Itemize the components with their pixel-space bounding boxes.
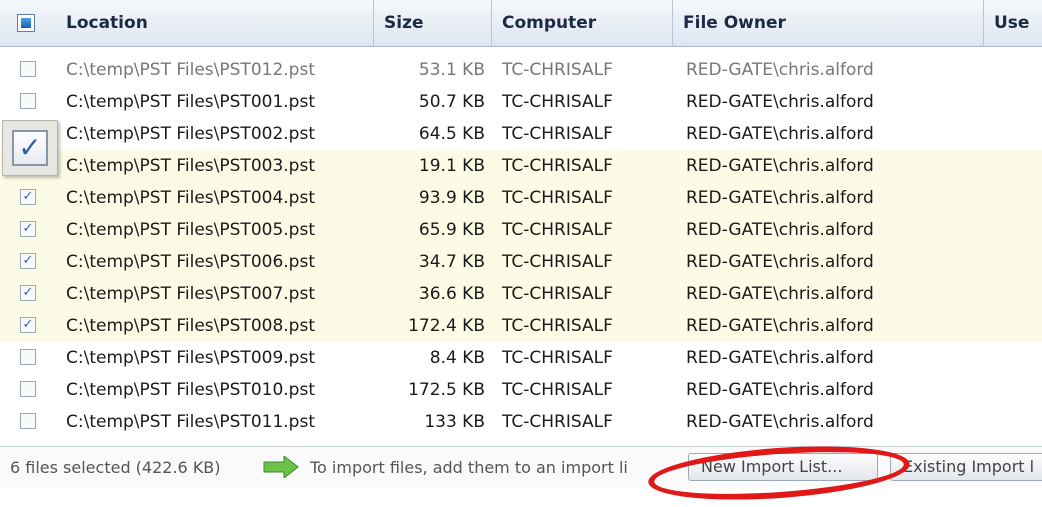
table-row[interactable]: ✓ C:\temp\PST Files\PST005.pst 65.9 KB TC-C… xyxy=(0,214,1042,246)
computer-cell: TC-CHRISALF xyxy=(502,380,613,400)
size-cell: 36.6 KB xyxy=(418,284,485,304)
table-row[interactable]: ✓ C:\temp\PST Files\PST008.pst 172.4 KB TC-… xyxy=(0,310,1042,342)
size-cell: 8.4 KB xyxy=(429,348,485,368)
row-checkbox[interactable]: ✓ xyxy=(20,221,36,237)
size-cell: 19.1 KB xyxy=(418,156,485,176)
computer-cell: TC-CHRISALF xyxy=(502,252,613,272)
computer-cell: TC-CHRISALF xyxy=(502,124,613,144)
column-header-file-owner[interactable]: File Owner xyxy=(673,0,984,46)
table-row[interactable]: ✓ C:\temp\PST Files\PST007.pst 36.6 KB TC-C… xyxy=(0,278,1042,310)
computer-cell: TC-CHRISALF xyxy=(502,60,613,80)
location-cell: C:\temp\PST Files\PST009.pst xyxy=(66,348,315,368)
row-checkbox[interactable]: ✓ xyxy=(20,189,36,205)
size-cell: 64.5 KB xyxy=(418,124,485,144)
row-checkbox[interactable] xyxy=(20,413,36,429)
column-header-row: Location Size Computer File Owner Use xyxy=(0,0,1042,47)
file-owner-cell: RED-GATE\chris.alford xyxy=(686,220,874,240)
file-owner-cell: RED-GATE\chris.alford xyxy=(686,124,874,144)
computer-cell: TC-CHRISALF xyxy=(502,348,613,368)
import-hint-text: To import files, add them to an import l… xyxy=(310,458,628,477)
location-cell: C:\temp\PST Files\PST007.pst xyxy=(66,284,315,304)
table-row[interactable]: C:\temp\PST Files\PST011.pst 133 KB TC-CHR… xyxy=(0,406,1042,438)
file-owner-cell: RED-GATE\chris.alford xyxy=(686,156,874,176)
location-cell: C:\temp\PST Files\PST001.pst xyxy=(66,92,315,112)
table-row[interactable]: C:\temp\PST Files\PST009.pst 8.4 KB TC-CHR… xyxy=(0,342,1042,374)
row-checkbox[interactable]: ✓ xyxy=(20,285,36,301)
table-row[interactable]: C:\temp\PST Files\PST002.pst 64.5 KB TC-CH… xyxy=(0,118,1042,150)
location-cell: C:\temp\PST Files\PST006.pst xyxy=(66,252,315,272)
column-header-location[interactable]: Location xyxy=(56,0,374,46)
size-cell: 53.1 KB xyxy=(418,60,485,80)
location-cell: C:\temp\PST Files\PST005.pst xyxy=(66,220,315,240)
checkmark-icon: ✓ xyxy=(12,130,48,166)
column-header-user[interactable]: Use xyxy=(984,0,1042,46)
column-header-size[interactable]: Size xyxy=(374,0,492,46)
computer-cell: TC-CHRISALF xyxy=(502,156,613,176)
computer-cell: TC-CHRISALF xyxy=(502,188,613,208)
size-cell: 172.4 KB xyxy=(408,316,485,336)
location-cell: C:\temp\PST Files\PST012.pst xyxy=(66,60,315,80)
table-row[interactable]: C:\temp\PST Files\PST012.pst 53.1 KB TC-CH… xyxy=(0,54,1042,86)
file-owner-cell: RED-GATE\chris.alford xyxy=(686,252,874,272)
computer-cell: TC-CHRISALF xyxy=(502,284,613,304)
file-owner-cell: RED-GATE\chris.alford xyxy=(686,316,874,336)
file-owner-cell: RED-GATE\chris.alford xyxy=(686,60,874,80)
table-row[interactable]: ✓C:\temp\PST Files\PST003.pst19.1 KBTC-C… xyxy=(0,150,1042,182)
table-row[interactable]: C:\temp\PST Files\PST001.pst 50.7 KB TC-CH… xyxy=(0,86,1042,118)
file-owner-cell: RED-GATE\chris.alford xyxy=(686,284,874,304)
size-cell: 93.9 KB xyxy=(418,188,485,208)
location-cell: C:\temp\PST Files\PST003.pst xyxy=(66,156,315,176)
selection-summary: 6 files selected (422.6 KB) xyxy=(10,458,221,477)
size-cell: 172.5 KB xyxy=(408,380,485,400)
file-owner-cell: RED-GATE\chris.alford xyxy=(686,380,874,400)
location-cell: C:\temp\PST Files\PST008.pst xyxy=(66,316,315,336)
size-cell: 133 KB xyxy=(424,412,485,432)
select-all-checkbox[interactable] xyxy=(17,14,35,32)
table-row[interactable]: ✓ C:\temp\PST Files\PST006.pst 34.7 KB TC-C… xyxy=(0,246,1042,278)
magnified-checkbox-callout: ✓ xyxy=(2,120,58,176)
location-cell: C:\temp\PST Files\PST010.pst xyxy=(66,380,315,400)
file-owner-cell: RED-GATE\chris.alford xyxy=(686,412,874,432)
computer-cell: TC-CHRISALF xyxy=(502,316,613,336)
size-cell: 65.9 KB xyxy=(418,220,485,240)
row-checkbox[interactable]: ✓ xyxy=(20,317,36,333)
location-cell: C:\temp\PST Files\PST004.pst xyxy=(66,188,315,208)
column-header-computer[interactable]: Computer xyxy=(492,0,673,46)
green-arrow-icon xyxy=(263,456,299,478)
file-owner-cell: RED-GATE\chris.alford xyxy=(686,92,874,112)
file-owner-cell: RED-GATE\chris.alford xyxy=(686,188,874,208)
existing-import-list-button[interactable]: Existing Import l xyxy=(890,453,1042,481)
location-cell: C:\temp\PST Files\PST011.pst xyxy=(66,412,315,432)
table-row[interactable]: C:\temp\PST Files\PST010.pst 172.5 KB TC-C… xyxy=(0,374,1042,406)
size-cell: 34.7 KB xyxy=(418,252,485,272)
computer-cell: TC-CHRISALF xyxy=(502,220,613,240)
row-checkbox[interactable] xyxy=(20,61,36,77)
location-cell: C:\temp\PST Files\PST002.pst xyxy=(66,124,315,144)
computer-cell: TC-CHRISALF xyxy=(502,412,613,432)
computer-cell: TC-CHRISALF xyxy=(502,92,613,112)
row-checkbox[interactable]: ✓ xyxy=(20,253,36,269)
size-cell: 50.7 KB xyxy=(418,92,485,112)
row-checkbox[interactable] xyxy=(20,93,36,109)
table-row[interactable]: ✓ C:\temp\PST Files\PST004.pst 93.9 KB TC-C… xyxy=(0,182,1042,214)
row-checkbox[interactable] xyxy=(20,381,36,397)
file-owner-cell: RED-GATE\chris.alford xyxy=(686,348,874,368)
row-checkbox[interactable] xyxy=(20,349,36,365)
